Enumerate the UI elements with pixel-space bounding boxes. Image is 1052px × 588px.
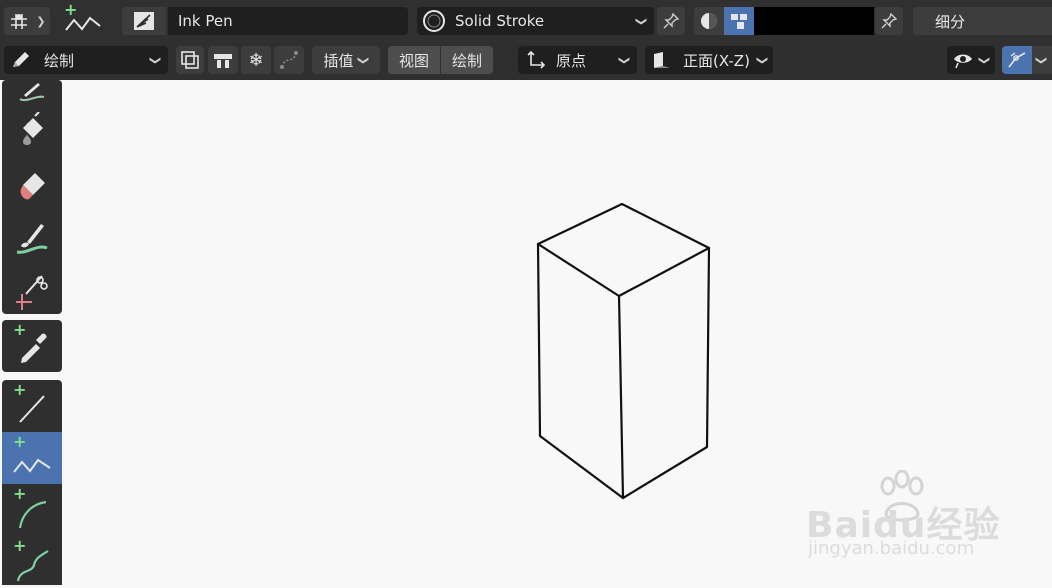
watermark-url: jingyan.baidu.com	[808, 538, 975, 559]
cube-left-face	[536, 242, 625, 500]
cube-right-face	[621, 246, 711, 500]
cube-top-face	[536, 202, 711, 298]
watermark: Baidu经验 jingyan.baidu.com	[806, 470, 1046, 570]
